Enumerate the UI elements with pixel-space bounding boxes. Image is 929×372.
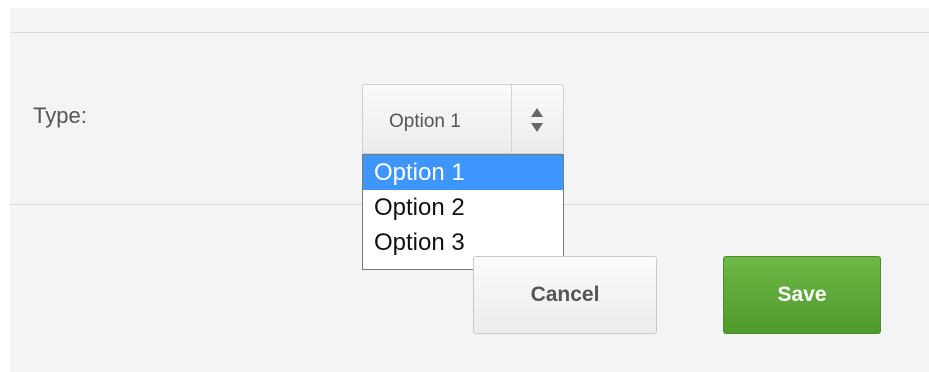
type-select-value: Option 1 [389, 111, 461, 132]
dropdown-option-2[interactable]: Option 2 [363, 190, 563, 225]
type-dropdown-list: Option 1 Option 2 Option 3 [362, 154, 564, 270]
up-down-arrows-icon[interactable] [529, 106, 545, 134]
select-divider [511, 85, 512, 153]
dropdown-option-1[interactable]: Option 1 [363, 155, 563, 190]
top-divider [10, 32, 929, 33]
dropdown-option-3[interactable]: Option 3 [363, 225, 563, 260]
cancel-button[interactable]: Cancel [473, 256, 657, 334]
save-button[interactable]: Save [723, 256, 881, 334]
type-select[interactable]: Option 1 [362, 84, 564, 154]
type-label: Type: [33, 103, 87, 128]
